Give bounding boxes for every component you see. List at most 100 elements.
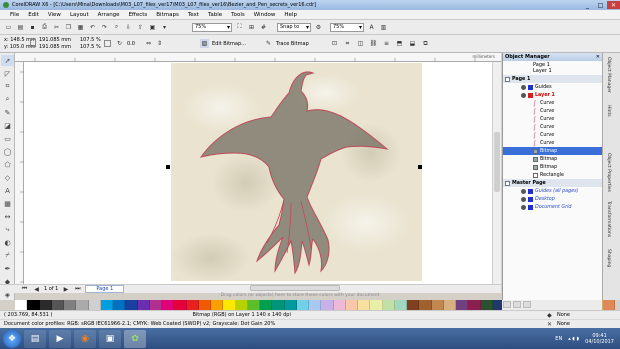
dimension-tool-icon[interactable]: ↔ <box>1 211 14 222</box>
next-page-icon[interactable]: ▶ <box>61 285 70 294</box>
search-icon[interactable]: ⌕ <box>112 23 121 32</box>
first-page-icon[interactable]: ⏮ <box>20 285 29 294</box>
visibility-icon[interactable] <box>521 188 526 194</box>
color-profiles[interactable]: Document color profiles: RGB: sRGB IEC61… <box>4 321 275 327</box>
vertical-scroll-thumb[interactable] <box>494 132 500 192</box>
palette-swatch[interactable] <box>480 300 493 310</box>
interactive-effects-tool-icon[interactable]: ◐ <box>1 237 14 248</box>
palette-swatch[interactable] <box>419 300 432 310</box>
selection-handle-right[interactable] <box>418 165 422 169</box>
height-field[interactable]: 191.085 mm <box>39 44 71 50</box>
freehand-tool-icon[interactable]: ✎ <box>1 107 14 118</box>
open-icon[interactable]: ▤ <box>16 23 25 32</box>
outline-tool-icon[interactable]: ✒ <box>1 263 14 274</box>
object-row[interactable]: Bitmap <box>503 147 602 155</box>
palette-swatch[interactable] <box>247 300 260 310</box>
trace-bitmap-icon[interactable]: ✎ <box>264 39 273 48</box>
zoom-levels-select[interactable]: 75% <box>192 22 232 32</box>
palette-swatch[interactable] <box>64 300 77 310</box>
new-master-layer-icon[interactable] <box>513 301 521 308</box>
new-layer-icon[interactable] <box>503 301 511 308</box>
menu-text[interactable]: Text <box>188 12 199 18</box>
start-button-icon[interactable]: ❖ <box>3 329 21 348</box>
menu-effects[interactable]: Effects <box>129 12 148 18</box>
export-icon[interactable]: ⇧ <box>136 23 145 32</box>
palette-swatch[interactable] <box>113 300 126 310</box>
palette-swatch[interactable] <box>88 300 101 310</box>
cut-icon[interactable]: ✂ <box>52 23 61 32</box>
lock-ratio-icon[interactable] <box>104 40 111 47</box>
palette-swatch[interactable] <box>358 300 371 310</box>
previous-page-icon[interactable]: ◀ <box>32 285 41 294</box>
pdf-icon[interactable]: ▣ <box>148 23 157 32</box>
edit-bitmap-button[interactable]: Edit Bitmap... <box>212 41 246 47</box>
palette-swatch[interactable] <box>333 300 346 310</box>
palette-swatch[interactable] <box>603 300 616 310</box>
palette-swatch[interactable] <box>51 300 64 310</box>
file-explorer-icon[interactable]: ▤ <box>24 329 46 348</box>
palette-swatch[interactable] <box>235 300 248 310</box>
coreldraw-taskbar-icon[interactable]: ✿ <box>124 329 146 348</box>
vertical-ruler[interactable] <box>15 62 24 284</box>
docker-tab[interactable]: Hints <box>606 105 611 117</box>
visibility-icon[interactable] <box>521 196 526 202</box>
palette-swatch[interactable] <box>394 300 407 310</box>
maximize-button[interactable]: □ <box>594 1 607 9</box>
table-tool-icon[interactable]: ▦ <box>1 198 14 209</box>
wrap-text-icon[interactable]: ≡ <box>382 39 391 48</box>
zoom-select-2[interactable]: 75% <box>330 22 364 32</box>
palette-swatch[interactable] <box>431 300 444 310</box>
palette-swatch[interactable] <box>468 300 481 310</box>
expand-icon[interactable] <box>505 76 510 82</box>
new-document-icon[interactable]: ▭ <box>4 23 13 32</box>
docker-tab[interactable]: Shaping <box>606 249 611 267</box>
smart-fill-tool-icon[interactable]: ◪ <box>1 120 14 131</box>
menu-tools[interactable]: Tools <box>231 12 245 18</box>
bitmap-icon[interactable]: ▨ <box>200 39 209 48</box>
eyedropper-tool-icon[interactable]: ⌿ <box>1 250 14 261</box>
snap-to-select[interactable]: Snap to <box>277 22 311 32</box>
copy-icon[interactable]: ❐ <box>64 23 73 32</box>
to-front-icon[interactable]: ⬒ <box>395 39 404 48</box>
selection-handle-left[interactable] <box>166 165 170 169</box>
text-tool-icon[interactable]: A <box>1 185 14 196</box>
mirror-horizontal-icon[interactable]: ⇔ <box>144 39 153 48</box>
object-row[interactable]: ∫ Curve <box>503 139 602 147</box>
object-row[interactable]: Desktop <box>503 195 602 203</box>
object-row[interactable]: Bitmap <box>503 155 602 163</box>
clock[interactable]: 09:41 04/10/2017 <box>585 333 614 345</box>
palette-swatch[interactable] <box>137 300 150 310</box>
expand-icon[interactable] <box>505 180 510 186</box>
language-indicator[interactable]: EN <box>555 336 562 342</box>
palette-swatch[interactable] <box>100 300 113 310</box>
palette-swatch[interactable] <box>456 300 469 310</box>
palette-swatch[interactable] <box>296 300 309 310</box>
docker-tab[interactable]: Transformations <box>606 201 611 237</box>
mirror-vertical-icon[interactable]: ⇕ <box>155 39 164 48</box>
menu-layout[interactable]: Layout <box>70 12 89 18</box>
palette-swatch[interactable] <box>223 300 236 310</box>
tray-icons[interactable]: ▴ ◖ ◗ <box>568 336 579 342</box>
menu-table[interactable]: Table <box>208 12 222 18</box>
object-row[interactable]: Page 1 <box>503 75 602 83</box>
object-row[interactable]: Document Grid <box>503 203 602 211</box>
menu-view[interactable]: View <box>48 12 61 18</box>
object-row[interactable]: ∫ Curve <box>503 123 602 131</box>
palette-swatch[interactable] <box>162 300 175 310</box>
firefox-icon[interactable]: ◉ <box>74 329 96 348</box>
polygon-tool-icon[interactable]: ⬠ <box>1 159 14 170</box>
redo-icon[interactable]: ↷ <box>100 23 109 32</box>
app-icon-taskbar[interactable]: ▣ <box>99 329 121 348</box>
resample-icon[interactable]: ⊡ <box>330 39 339 48</box>
object-row[interactable]: Master Page <box>503 179 602 187</box>
visibility-icon[interactable] <box>521 92 526 98</box>
connector-tool-icon[interactable]: ⤷ <box>1 224 14 235</box>
menu-edit[interactable]: Edit <box>28 12 39 18</box>
visibility-icon[interactable] <box>521 84 526 90</box>
scale-y-field[interactable]: 107.5 <box>80 44 94 50</box>
basic-shapes-tool-icon[interactable]: ◇ <box>1 172 14 183</box>
object-row[interactable]: ∫ Curve <box>503 99 602 107</box>
fill-status[interactable]: None <box>557 312 570 318</box>
zoom-tool-icon[interactable]: ⌕ <box>1 94 14 105</box>
phoenix-bitmap[interactable] <box>171 63 422 281</box>
